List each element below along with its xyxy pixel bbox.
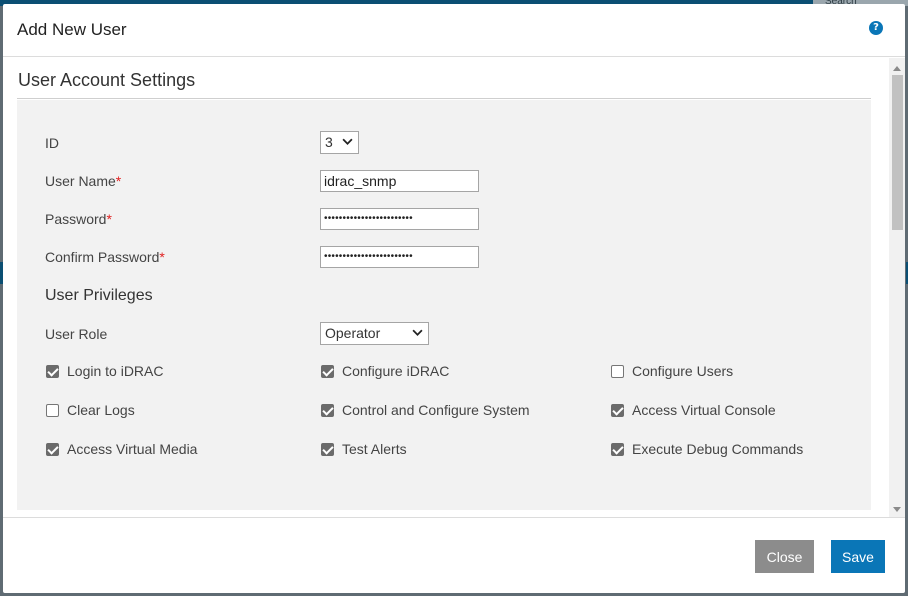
question-circle-icon[interactable]: ? — [869, 21, 883, 35]
vertical-scrollbar[interactable] — [889, 58, 905, 517]
scroll-down-arrow-icon[interactable] — [893, 507, 901, 512]
required-mark: * — [106, 211, 112, 227]
privilege-test-alerts[interactable]: Test Alerts — [321, 441, 407, 457]
username-input[interactable]: idrac_snmp — [320, 170, 479, 192]
checkbox[interactable] — [611, 442, 624, 456]
required-mark: * — [115, 173, 122, 189]
section-divider — [17, 98, 871, 99]
scroll-content: User Account Settings ID 3 User Name* id… — [17, 58, 871, 517]
privilege-control-system[interactable]: Control and Configure System — [321, 402, 530, 418]
user-role-value: Operator — [325, 325, 381, 341]
privilege-label: Execute Debug Commands — [632, 441, 804, 457]
id-label: ID — [45, 135, 59, 151]
privilege-label: Access Virtual Media — [67, 441, 198, 457]
scroll-up-arrow-icon[interactable] — [893, 66, 901, 71]
add-user-dialog: Add New User ? User Account Settings ID … — [3, 4, 905, 593]
checkbox[interactable] — [611, 403, 624, 417]
checkbox[interactable] — [321, 442, 334, 456]
dialog-header: Add New User ? — [3, 4, 905, 57]
user-settings-panel: ID 3 User Name* idrac_snmp Password* •••… — [17, 100, 871, 510]
privilege-debug-commands[interactable]: Execute Debug Commands — [611, 441, 803, 457]
confirm-password-input[interactable]: •••••••••••••••••••••••• — [320, 246, 479, 268]
password-input[interactable]: •••••••••••••••••••••••• — [320, 208, 479, 230]
checkbox[interactable] — [321, 403, 334, 417]
checkbox[interactable] — [611, 364, 624, 378]
scrollbar-thumb[interactable] — [892, 75, 903, 230]
username-label-text: User Name — [45, 173, 116, 189]
privilege-configure-users[interactable]: Configure Users — [611, 363, 733, 379]
checkbox[interactable] — [321, 364, 334, 378]
section-title: User Account Settings — [18, 70, 196, 90]
checkbox[interactable] — [46, 364, 59, 378]
user-role-label: User Role — [45, 326, 108, 342]
privileges-heading: User Privileges — [45, 287, 153, 304]
confirm-password-label: Confirm Password* — [45, 249, 165, 265]
privilege-label: Login to iDRAC — [67, 363, 164, 379]
dialog-footer: Close Save — [3, 519, 905, 593]
privilege-virtual-console[interactable]: Access Virtual Console — [611, 402, 776, 418]
password-label: Password* — [45, 211, 112, 227]
privilege-label: Configure Users — [632, 363, 734, 379]
required-mark: * — [159, 249, 165, 265]
privilege-label: Test Alerts — [342, 441, 407, 457]
privilege-label: Access Virtual Console — [632, 402, 776, 418]
privilege-label: Clear Logs — [67, 402, 135, 418]
privilege-login[interactable]: Login to iDRAC — [46, 363, 164, 379]
password-label-text: Password — [45, 211, 107, 227]
privilege-virtual-media[interactable]: Access Virtual Media — [46, 441, 197, 457]
privilege-label: Configure iDRAC — [342, 363, 450, 379]
dialog-title: Add New User — [17, 20, 127, 39]
save-button[interactable]: Save — [831, 540, 885, 573]
close-button[interactable]: Close — [755, 540, 814, 573]
username-label: User Name* — [45, 173, 121, 189]
chevron-down-icon — [342, 138, 353, 145]
id-select-value: 3 — [325, 134, 333, 150]
checkbox[interactable] — [46, 403, 59, 417]
checkbox[interactable] — [46, 442, 59, 456]
chevron-down-icon — [412, 329, 423, 336]
privilege-clear-logs[interactable]: Clear Logs — [46, 402, 135, 418]
privilege-configure-idrac[interactable]: Configure iDRAC — [321, 363, 449, 379]
id-select[interactable]: 3 — [320, 131, 359, 154]
dialog-body: User Account Settings ID 3 User Name* id… — [3, 58, 905, 518]
confirm-password-label-text: Confirm Password — [45, 249, 160, 265]
user-role-select[interactable]: Operator — [320, 322, 429, 345]
privilege-label: Control and Configure System — [342, 402, 530, 418]
